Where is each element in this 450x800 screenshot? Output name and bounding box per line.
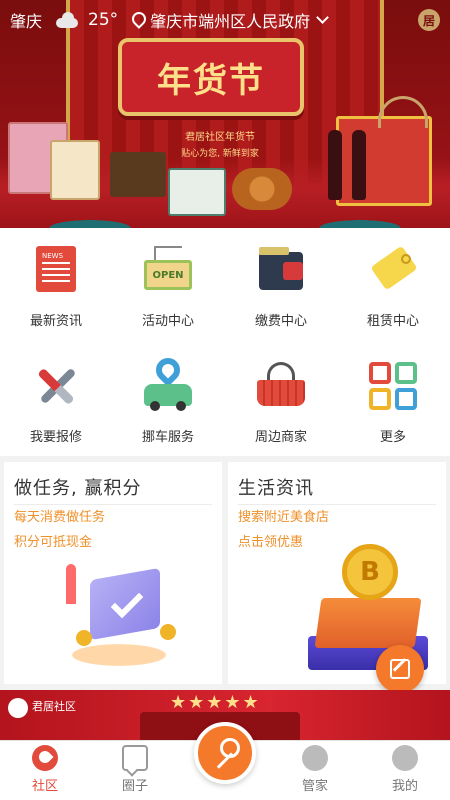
- butler-icon: [302, 745, 328, 771]
- tab-butler[interactable]: 管家: [270, 741, 360, 800]
- gift-box-image: [168, 168, 226, 216]
- edit-icon: [390, 659, 410, 679]
- grid-item-move-car[interactable]: 挪车服务: [112, 344, 224, 454]
- task-illustration: [54, 554, 194, 674]
- tag-icon: [365, 242, 421, 298]
- grid-item-rental[interactable]: 租赁中心: [337, 228, 449, 338]
- grid-item-label: 我要报修: [29, 430, 82, 445]
- open-sign-icon: OPEN: [140, 242, 196, 298]
- festival-sign: 年货节: [118, 38, 304, 116]
- temperature-label: 25°: [88, 10, 119, 30]
- community-icon: [32, 745, 58, 771]
- task-points-card[interactable]: 做任务, 赢积分 每天消费做任务 积分可抵现金: [4, 462, 222, 684]
- tab-label: 圈子: [121, 779, 148, 794]
- wine-bottle-image: [328, 130, 342, 200]
- card-line: 每天消费做任务: [14, 510, 106, 525]
- grid-item-label: 周边商家: [254, 430, 307, 445]
- brand-logo-icon: [8, 698, 28, 718]
- car-location-icon: [140, 353, 196, 414]
- open-sign-text: OPEN: [144, 260, 192, 290]
- shopping-basket-icon: [253, 358, 309, 414]
- grid-item-payment[interactable]: 缴费中心: [225, 228, 337, 338]
- grid-item-label: 租赁中心: [366, 314, 419, 329]
- more-grid-icon: [365, 358, 421, 414]
- tab-circle[interactable]: 圈子: [90, 741, 180, 800]
- city-label[interactable]: 肇庆: [10, 8, 42, 32]
- card-title: 生活资讯: [238, 478, 314, 499]
- top-bar: 肇庆 25° 肇庆市端州区人民政府 居: [0, 0, 450, 40]
- grid-item-label: 挪车服务: [141, 430, 194, 445]
- banner-title: 年货节: [157, 60, 265, 101]
- banner-subtitle: 君居社区年货节: [185, 132, 255, 143]
- key-icon: [210, 738, 240, 768]
- grid-item-label: 活动中心: [141, 314, 194, 329]
- promo-stars: ★★★★★: [170, 692, 261, 713]
- tab-label: 管家: [301, 779, 328, 794]
- tab-community[interactable]: 社区: [0, 741, 90, 800]
- tab-mine[interactable]: 我的: [360, 741, 450, 800]
- divider: [14, 504, 212, 505]
- divider: [238, 504, 436, 505]
- grid-item-label: 最新资讯: [29, 314, 82, 329]
- location-pin-icon: [132, 12, 144, 28]
- grid-item-news[interactable]: 最新资讯: [0, 228, 112, 338]
- card-line: 积分可抵现金: [14, 535, 93, 550]
- key-unlock-button[interactable]: [194, 722, 256, 784]
- grid-item-repair[interactable]: 我要报修: [0, 344, 112, 454]
- tools-icon: [28, 358, 84, 414]
- card-title: 做任务, 赢积分: [14, 478, 142, 499]
- snack-plate-image: [232, 168, 292, 210]
- wine-bottle-image: [352, 130, 366, 200]
- grid-item-merchants[interactable]: 周边商家: [225, 344, 337, 454]
- tab-label: 社区: [31, 779, 58, 794]
- chevron-down-icon[interactable]: [316, 11, 330, 24]
- news-icon: [28, 242, 84, 298]
- tab-label: 我的: [391, 779, 418, 794]
- gift-box-image: [110, 152, 166, 197]
- post-floating-button[interactable]: [376, 645, 424, 693]
- grid-item-label: 缴费中心: [254, 314, 307, 329]
- promo-brand: 君居社区: [32, 700, 76, 713]
- cloud-icon: [54, 12, 80, 28]
- chat-icon: [122, 745, 148, 771]
- grid-item-more[interactable]: 更多: [337, 344, 449, 454]
- grid-item-activity[interactable]: OPEN 活动中心: [112, 228, 224, 338]
- gift-box-image: [50, 140, 100, 200]
- grid-item-label: 更多: [379, 430, 406, 445]
- card-line: 搜索附近美食店: [238, 510, 330, 525]
- user-icon: [392, 745, 418, 771]
- service-grid: 最新资讯 OPEN 活动中心 缴费中心 租赁中心 我要报修 挪车服务 周边商家 …: [0, 228, 450, 456]
- banner-subtitle-block: 君居社区年货节 贴心为您, 新鲜到家: [150, 128, 290, 159]
- banner-tagline: 贴心为您, 新鲜到家: [181, 149, 259, 159]
- address-selector[interactable]: 肇庆市端州区人民政府: [150, 8, 310, 32]
- wallet-icon: [253, 242, 309, 298]
- gift-box-image: [336, 116, 432, 206]
- community-badge-icon[interactable]: 居: [418, 9, 440, 31]
